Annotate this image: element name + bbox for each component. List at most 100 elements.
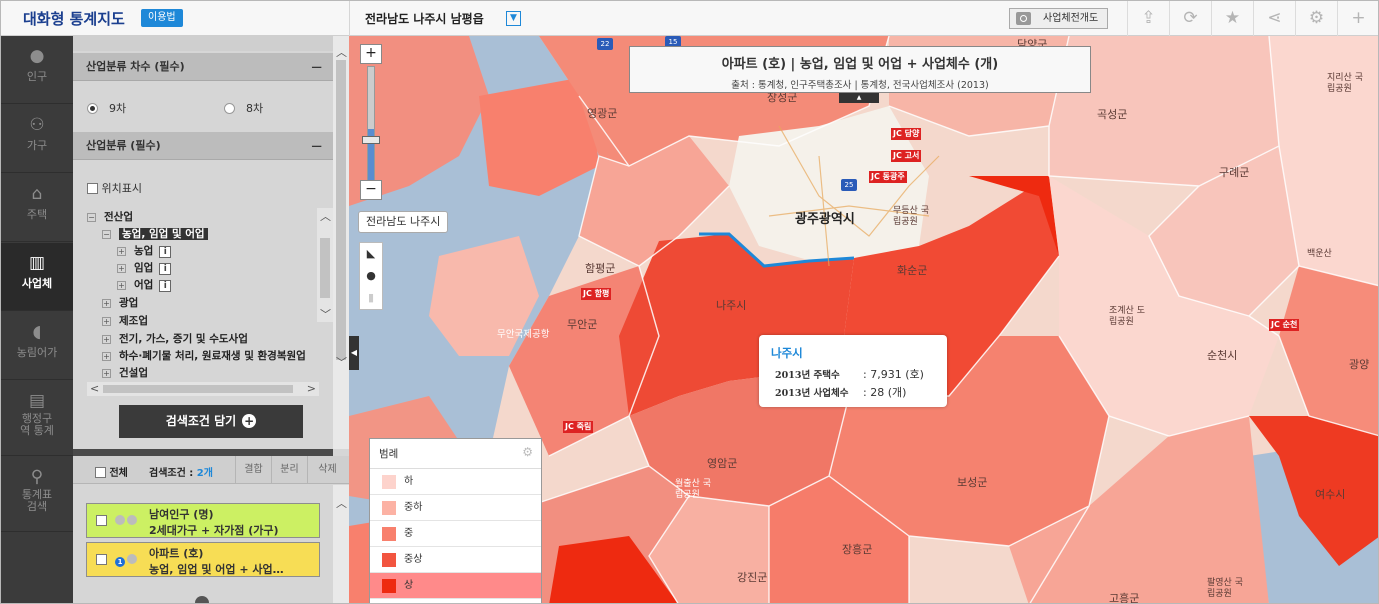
share-icon[interactable]: ⋖ <box>1253 1 1295 36</box>
radio-label: 8차 <box>246 102 264 115</box>
scroll-up-icon[interactable]: ︿ <box>320 208 331 224</box>
card-checkbox[interactable] <box>96 554 107 565</box>
gear-icon[interactable]: ⚙ <box>1295 1 1337 36</box>
nav-table-search[interactable]: ⚲ 통계표 검색 <box>1 457 73 532</box>
tree-item[interactable]: + 광업 <box>102 295 138 310</box>
expand-icon[interactable]: + <box>102 352 111 361</box>
legend-item[interactable]: 중 <box>370 521 541 547</box>
tree-hscrollbar[interactable]: < > <box>87 382 319 396</box>
cards-scrollbar[interactable]: ︿ <box>333 485 349 603</box>
position-show[interactable]: 위치표시 <box>87 180 142 196</box>
guide-button[interactable]: 이용법 <box>141 9 183 27</box>
expand-icon[interactable]: + <box>102 299 111 308</box>
scroll-up-icon[interactable]: ︿ <box>336 44 347 60</box>
loading-icon <box>195 596 209 603</box>
nav-label: 통계표 검색 <box>21 488 53 513</box>
trash-icon[interactable]: ▮ <box>360 287 382 309</box>
add-condition-button[interactable]: 검색조건 담기 + <box>119 405 303 438</box>
legend-item[interactable]: 중상 <box>370 547 541 573</box>
scroll-thumb[interactable] <box>336 60 346 360</box>
tab-delete[interactable]: 삭제 <box>307 456 347 484</box>
expand-icon[interactable]: + <box>102 369 111 378</box>
nav-label: 행정구역 통계 <box>20 412 54 437</box>
select-all[interactable]: 전체 <box>95 464 128 479</box>
nav-business[interactable]: ▥ 사업체 <box>1 243 73 311</box>
tab-split[interactable]: 분리 <box>271 456 307 484</box>
zoom-slider[interactable] <box>367 66 375 184</box>
expand-icon[interactable]: + <box>102 335 111 344</box>
tree-item[interactable]: + 전기, 가스, 증기 및 수도사업 <box>102 331 248 346</box>
expand-icon[interactable]: + <box>117 247 126 256</box>
pin-icon[interactable]: ● <box>360 265 382 287</box>
panel-scrollbar[interactable]: ︿ ﹀ <box>333 36 349 449</box>
collapse-title-button[interactable]: ▲ <box>839 93 879 103</box>
tree-item[interactable]: + 어업 i <box>117 277 172 292</box>
tree-item[interactable]: + 임업 i <box>117 260 172 275</box>
nav-household[interactable]: ⚇ 가구 <box>1 105 73 173</box>
plus-icon[interactable]: + <box>1337 1 1378 36</box>
tab-combine[interactable]: 결합 <box>235 456 271 484</box>
panel-separator[interactable] <box>73 449 333 456</box>
tree-item[interactable]: + 농업 i <box>117 243 172 258</box>
zoom-out-button[interactable]: − <box>360 180 382 200</box>
position-checkbox[interactable] <box>87 183 98 194</box>
expand-icon[interactable]: + <box>102 317 111 326</box>
tree-item[interactable]: + 하수·폐기물 처리, 원료재생 및 환경복원업 <box>102 348 306 363</box>
collapse-icon[interactable]: − <box>102 230 111 239</box>
legend-item-selected[interactable]: 상 <box>370 573 541 599</box>
legend-item[interactable]: 중하 <box>370 495 541 521</box>
tree-root[interactable]: − 전산업 <box>87 209 133 224</box>
nav-population[interactable]: ● 인구 <box>1 36 73 104</box>
jc-label: JC 죽림 <box>563 421 594 433</box>
map-canvas[interactable]: 영광군 장성군 담양군 곡성군 구례군 함평군 무안군 광주광역시 화순군 나주… <box>349 36 1378 603</box>
chevron-down-icon[interactable]: ▼ <box>506 11 521 26</box>
info-icon[interactable]: i <box>159 246 172 258</box>
tree-item[interactable]: + 건설업 <box>102 365 148 380</box>
minus-icon[interactable]: − <box>310 132 323 160</box>
info-icon[interactable]: i <box>159 280 172 292</box>
expand-icon[interactable]: + <box>117 281 126 290</box>
legend-label: 중하 <box>404 502 423 513</box>
radio-9[interactable]: 9차 <box>87 100 126 116</box>
scroll-thumb[interactable] <box>320 238 330 298</box>
scroll-right-icon[interactable]: > <box>307 382 316 395</box>
scroll-left-icon[interactable]: < <box>90 382 99 395</box>
select-all-checkbox[interactable] <box>95 467 106 478</box>
app-title[interactable]: 대화형 통계지도 <box>23 8 125 29</box>
zoom-handle[interactable] <box>362 136 380 144</box>
radio-8[interactable]: 8차 <box>224 100 263 116</box>
collapse-icon[interactable]: − <box>87 213 96 222</box>
dot-icon <box>127 515 137 525</box>
refresh-icon[interactable]: ⟳ <box>1169 1 1211 36</box>
expand-icon[interactable]: + <box>117 264 126 273</box>
nav-housing[interactable]: ⌂ 주택 <box>1 174 73 242</box>
order-badge: 1 <box>115 557 125 567</box>
tree-item[interactable]: + 제조업 <box>102 313 148 328</box>
nav-admin-stats[interactable]: ▤ 행정구역 통계 <box>1 381 73 456</box>
map-source: 출처 : 통계청, 인구주택총조사 | 통계청, 전국사업체조사 (2013) <box>731 80 989 91</box>
section-industry[interactable]: 산업분류 (필수) − <box>73 132 333 160</box>
measure-icon[interactable]: ◣ <box>360 243 382 265</box>
minus-icon[interactable]: − <box>310 53 323 81</box>
scroll-down-icon[interactable]: ﹀ <box>336 354 347 370</box>
legend-item[interactable]: 하 <box>370 469 541 495</box>
nav-label: 가구 <box>26 139 48 152</box>
condition-card[interactable]: 1 아파트 (호) 농업, 임업 및 어업 + 사업… <box>86 542 320 577</box>
nav-farming[interactable]: ◖ 농림어가 <box>1 312 73 380</box>
card-checkbox[interactable] <box>96 515 107 526</box>
full-mode-toggle[interactable]: 사업체전개도 <box>1009 8 1108 29</box>
zoom-in-button[interactable]: + <box>360 44 382 64</box>
condition-card[interactable]: 남여인구 (명) 2세대가구 + 자가점 (가구) <box>86 503 320 538</box>
star-icon[interactable]: ★ <box>1211 1 1253 36</box>
scroll-up-icon[interactable]: ︿ <box>336 495 347 511</box>
hscroll-thumb[interactable] <box>103 385 293 393</box>
scroll-down-icon[interactable]: ﹀ <box>320 306 331 322</box>
section-industry-version[interactable]: 산업분류 차수 (필수) − <box>73 53 333 81</box>
gear-icon[interactable]: ⚙ <box>522 445 533 459</box>
tree-scrollbar[interactable]: ︿ ﹀ <box>317 208 333 322</box>
place-label: 영광군 <box>587 107 618 120</box>
info-icon[interactable]: i <box>159 263 172 275</box>
panel-toggle[interactable]: ◀ <box>349 336 359 370</box>
tree-agri[interactable]: − 농업, 임업 및 어업 <box>102 226 208 241</box>
upload-icon[interactable]: ⇪ <box>1127 1 1169 36</box>
